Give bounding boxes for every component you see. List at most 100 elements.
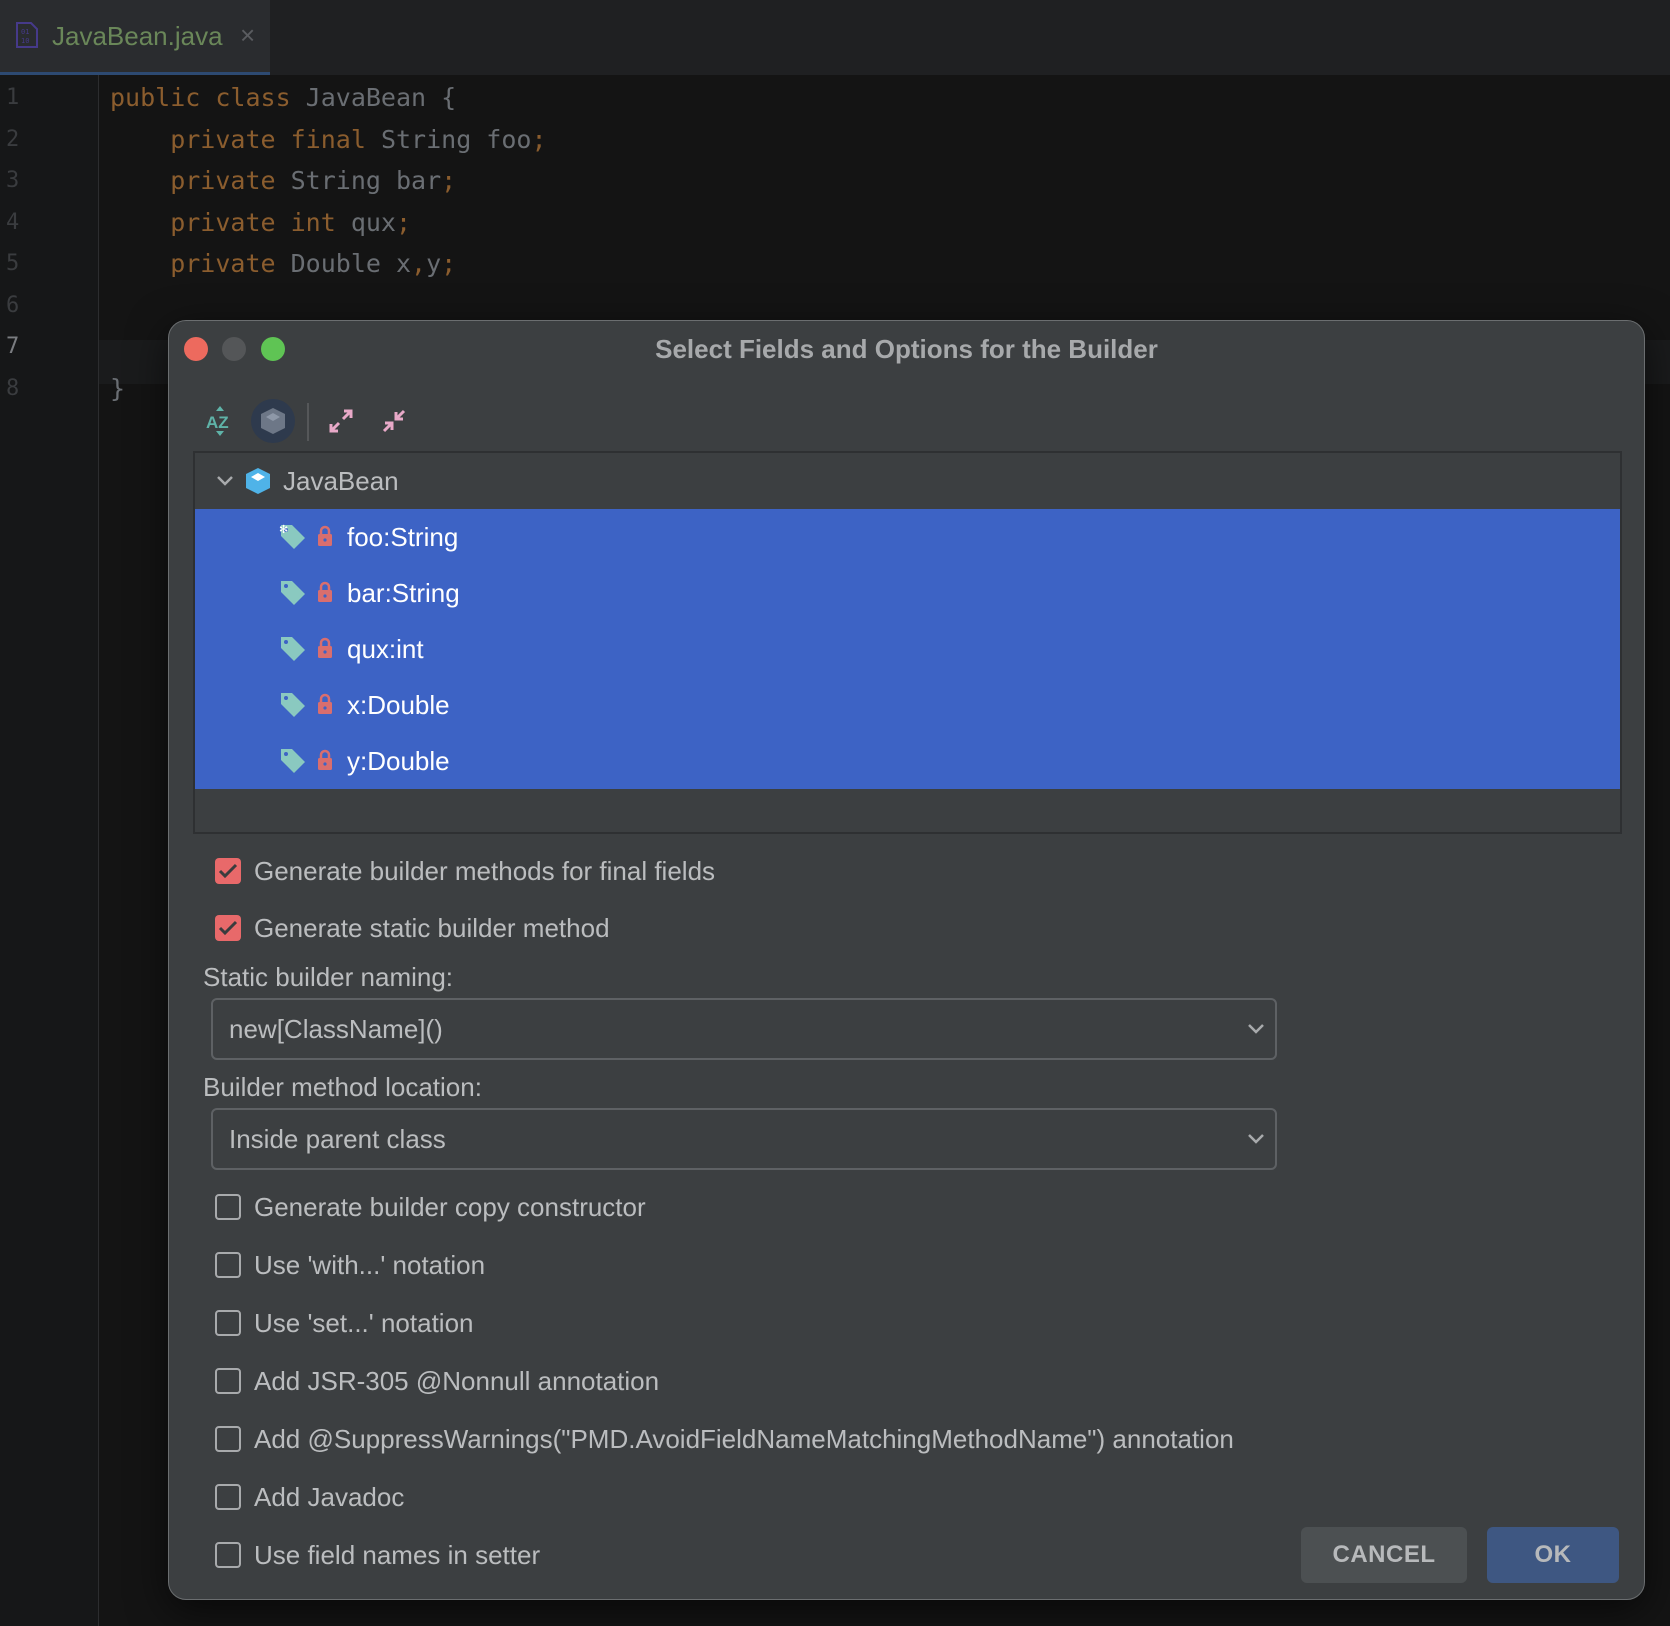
checkbox-label: Use 'with...' notation	[254, 1250, 486, 1280]
checkbox-unchecked[interactable]	[215, 1310, 241, 1336]
code-keyword: public class	[110, 83, 306, 112]
svg-text:✻: ✻	[279, 523, 288, 536]
option-checkbox-row[interactable]: Use field names in setter	[215, 1537, 540, 1573]
svg-text:AZ: AZ	[206, 413, 229, 432]
show-classes-icon	[261, 408, 285, 434]
code-keyword: private int	[110, 207, 351, 237]
sort-alphabetically-button[interactable]: AZ	[198, 399, 242, 443]
code-identifier: y	[426, 249, 442, 278]
code-identifier: String bar	[290, 166, 442, 195]
private-lock-icon	[318, 637, 332, 658]
code-line: private final String foo;	[110, 118, 547, 162]
final-field-icon: ✻	[279, 523, 305, 549]
code-punctuation: ,	[411, 249, 427, 278]
field-label: qux:int	[347, 634, 424, 664]
checkbox-checked[interactable]	[215, 858, 241, 884]
option-checkbox-row[interactable]: Generate builder methods for final field…	[215, 853, 715, 889]
code-keyword: private final	[110, 124, 381, 154]
fields-tree[interactable]: JavaBean ✻ foo:String bar:String qux:int…	[193, 451, 1622, 834]
private-lock-icon	[318, 693, 332, 714]
field-label: y:Double	[347, 746, 450, 776]
field-label: x:Double	[347, 690, 450, 720]
tree-field-item[interactable]: x:Double	[195, 677, 1620, 733]
code-identifier: }	[110, 373, 126, 403]
line-number: 2	[6, 126, 20, 152]
toolbar-separator	[307, 403, 309, 441]
editor-tab-bar: 01 10 JavaBean.java ×	[0, 0, 1670, 75]
collapse-all-button[interactable]	[372, 399, 416, 443]
tree-field-item[interactable]: ✻ foo:String	[195, 509, 1620, 565]
checkbox-unchecked[interactable]	[215, 1194, 241, 1220]
chevron-down-icon	[1248, 1024, 1264, 1034]
svg-text:01: 01	[21, 28, 29, 36]
checkbox-checked[interactable]	[215, 915, 241, 941]
option-checkbox-row[interactable]: Add JSR-305 @Nonnull annotation	[215, 1363, 659, 1399]
option-checkbox-row[interactable]: Use 'with...' notation	[215, 1247, 485, 1283]
svg-text:10: 10	[21, 37, 29, 45]
checkbox-label: Generate builder copy constructor	[254, 1192, 646, 1222]
code-line: }	[110, 367, 125, 411]
field-label: bar:String	[347, 578, 460, 608]
checkbox-unchecked[interactable]	[215, 1484, 241, 1510]
option-checkbox-row[interactable]: Generate static builder method	[215, 910, 610, 946]
close-icon[interactable]: ×	[240, 20, 255, 50]
tab-label: JavaBean.java	[52, 21, 223, 51]
tree-node-javabean[interactable]: JavaBean	[195, 453, 1620, 509]
tree-toolbar: AZ	[194, 399, 494, 445]
private-lock-icon	[318, 525, 332, 546]
ok-button[interactable]: OK	[1487, 1527, 1619, 1583]
checkbox-label: Generate static builder method	[254, 913, 610, 943]
line-number: 4	[6, 209, 20, 235]
line-number: 6	[6, 292, 20, 318]
checkbox-unchecked[interactable]	[215, 1542, 241, 1568]
code-punctuation: ;	[531, 124, 547, 154]
tree-node-label: JavaBean	[283, 466, 399, 496]
static-builder-naming-value: new[ClassName]()	[229, 1014, 443, 1044]
tree-field-item[interactable]: qux:int	[195, 621, 1620, 677]
checkbox-unchecked[interactable]	[215, 1368, 241, 1394]
line-number: 8	[6, 375, 20, 401]
show-classes-button[interactable]	[251, 399, 295, 443]
tab-javabean-java[interactable]: 01 10 JavaBean.java ×	[0, 0, 270, 75]
code-punctuation: ;	[441, 166, 457, 195]
line-number: 1	[6, 85, 20, 110]
code-identifier: {	[441, 83, 457, 112]
checkmark-icon	[218, 863, 238, 879]
option-checkbox-row[interactable]: Add Javadoc	[215, 1479, 404, 1515]
code-punctuation: ;	[395, 207, 412, 237]
field-icon	[281, 581, 305, 605]
chevron-down-icon[interactable]	[215, 471, 235, 491]
tree-field-item[interactable]: y:Double	[195, 733, 1620, 789]
class-icon	[246, 468, 270, 494]
checkbox-unchecked[interactable]	[215, 1426, 241, 1452]
line-number: 7	[6, 334, 20, 359]
code-line: private Double x,y;	[110, 242, 456, 286]
field-icon	[281, 637, 305, 661]
field-icon	[281, 693, 305, 717]
option-checkbox-row[interactable]: Generate builder copy constructor	[215, 1189, 646, 1225]
static-builder-naming-select[interactable]: new[ClassName]()	[211, 998, 1277, 1060]
builder-dialog: Select Fields and Options for the Builde…	[168, 320, 1645, 1600]
builder-method-location-select[interactable]: Inside parent class	[211, 1108, 1277, 1170]
checkbox-unchecked[interactable]	[215, 1252, 241, 1278]
expand-all-button[interactable]	[319, 399, 363, 443]
static-builder-naming-label: Static builder naming:	[203, 962, 454, 992]
selected-fields-block: ✻ foo:String bar:String qux:int x:Double…	[195, 509, 1620, 789]
code-punctuation: ;	[441, 249, 457, 278]
binary-file-icon: 01 10	[16, 22, 38, 48]
code-line: private String bar;	[110, 159, 456, 203]
checkbox-label: Add JSR-305 @Nonnull annotation	[254, 1366, 660, 1396]
line-number: 5	[6, 251, 20, 276]
checkmark-icon	[218, 920, 238, 936]
checkbox-label: Add Javadoc	[254, 1482, 405, 1512]
option-checkbox-row[interactable]: Use 'set...' notation	[215, 1305, 474, 1341]
cancel-button[interactable]: CANCEL	[1301, 1527, 1467, 1583]
code-identifier: qux	[350, 207, 396, 237]
collapse-all-icon	[382, 409, 406, 433]
builder-method-location-label: Builder method location:	[203, 1072, 482, 1102]
expand-all-icon	[329, 409, 353, 433]
tree-field-item[interactable]: bar:String	[195, 565, 1620, 621]
option-checkbox-row[interactable]: Add @SuppressWarnings("PMD.AvoidFieldNam…	[215, 1421, 1234, 1457]
checkbox-label: Use 'set...' notation	[254, 1308, 474, 1338]
field-icon	[281, 749, 305, 773]
